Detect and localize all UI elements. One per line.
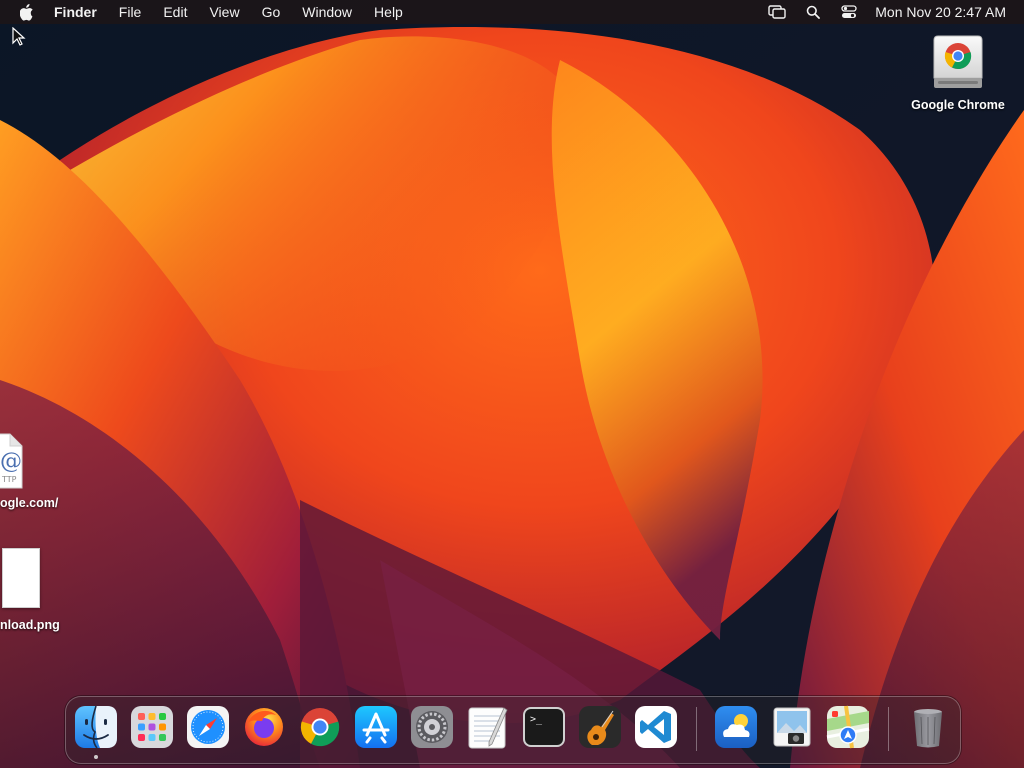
menu-go[interactable]: Go <box>251 0 292 24</box>
desktop: Google Chrome @ TTP ogle.com/ nload.png <box>0 0 1024 768</box>
png-file-icon <box>2 548 40 608</box>
preview-icon[interactable] <box>770 705 814 749</box>
svg-text:TTP: TTP <box>1 475 17 484</box>
menu-edit[interactable]: Edit <box>152 0 198 24</box>
vscode-icon[interactable] <box>634 705 678 749</box>
menu-bar-clock[interactable]: Mon Nov 20 2:47 AM <box>875 4 1006 20</box>
search-icon[interactable] <box>803 4 823 20</box>
desktop-icon-label: Google Chrome <box>911 98 1005 112</box>
dock: >_ <box>65 696 961 764</box>
menu-view[interactable]: View <box>198 0 250 24</box>
menu-bar: Finder File Edit View Go Window Help Mon… <box>0 0 1024 24</box>
disk-image-icon <box>933 35 983 88</box>
menu-help[interactable]: Help <box>363 0 414 24</box>
desktop-icon-http-location[interactable]: @ TTP ogle.com/ <box>0 432 68 510</box>
mouse-cursor-icon <box>12 27 26 46</box>
finder-icon[interactable] <box>74 705 118 749</box>
desktop-icon-png[interactable]: nload.png <box>0 548 70 632</box>
http-location-file-icon: @ TTP <box>0 433 23 489</box>
garageband-icon[interactable] <box>578 705 622 749</box>
app-store-icon[interactable] <box>354 705 398 749</box>
dock-separator <box>696 707 697 751</box>
wallpaper <box>0 0 1024 768</box>
weather-icon[interactable] <box>714 705 758 749</box>
control-center-icon[interactable] <box>839 4 859 20</box>
finder-running-indicator <box>94 755 98 759</box>
svg-text:>_: >_ <box>530 714 543 725</box>
menu-file[interactable]: File <box>108 0 153 24</box>
chrome-icon[interactable] <box>298 705 342 749</box>
maps-icon[interactable] <box>826 705 870 749</box>
trash-icon[interactable] <box>906 705 950 749</box>
desktop-icon-google-chrome[interactable]: Google Chrome <box>904 34 1012 112</box>
terminal-icon[interactable]: >_ <box>522 705 566 749</box>
svg-text:@: @ <box>0 449 22 474</box>
dock-separator <box>888 707 889 751</box>
apple-menu-icon[interactable] <box>18 3 36 21</box>
safari-icon[interactable] <box>186 705 230 749</box>
firefox-icon[interactable] <box>242 705 286 749</box>
menu-window[interactable]: Window <box>291 0 363 24</box>
desktop-icon-label: ogle.com/ <box>0 496 59 510</box>
screen-mirroring-icon[interactable] <box>767 4 787 20</box>
launchpad-icon[interactable] <box>130 705 174 749</box>
system-settings-icon[interactable] <box>410 705 454 749</box>
desktop-icon-label: nload.png <box>0 618 60 632</box>
menu-app-finder[interactable]: Finder <box>50 0 108 24</box>
textedit-icon[interactable] <box>466 705 510 749</box>
